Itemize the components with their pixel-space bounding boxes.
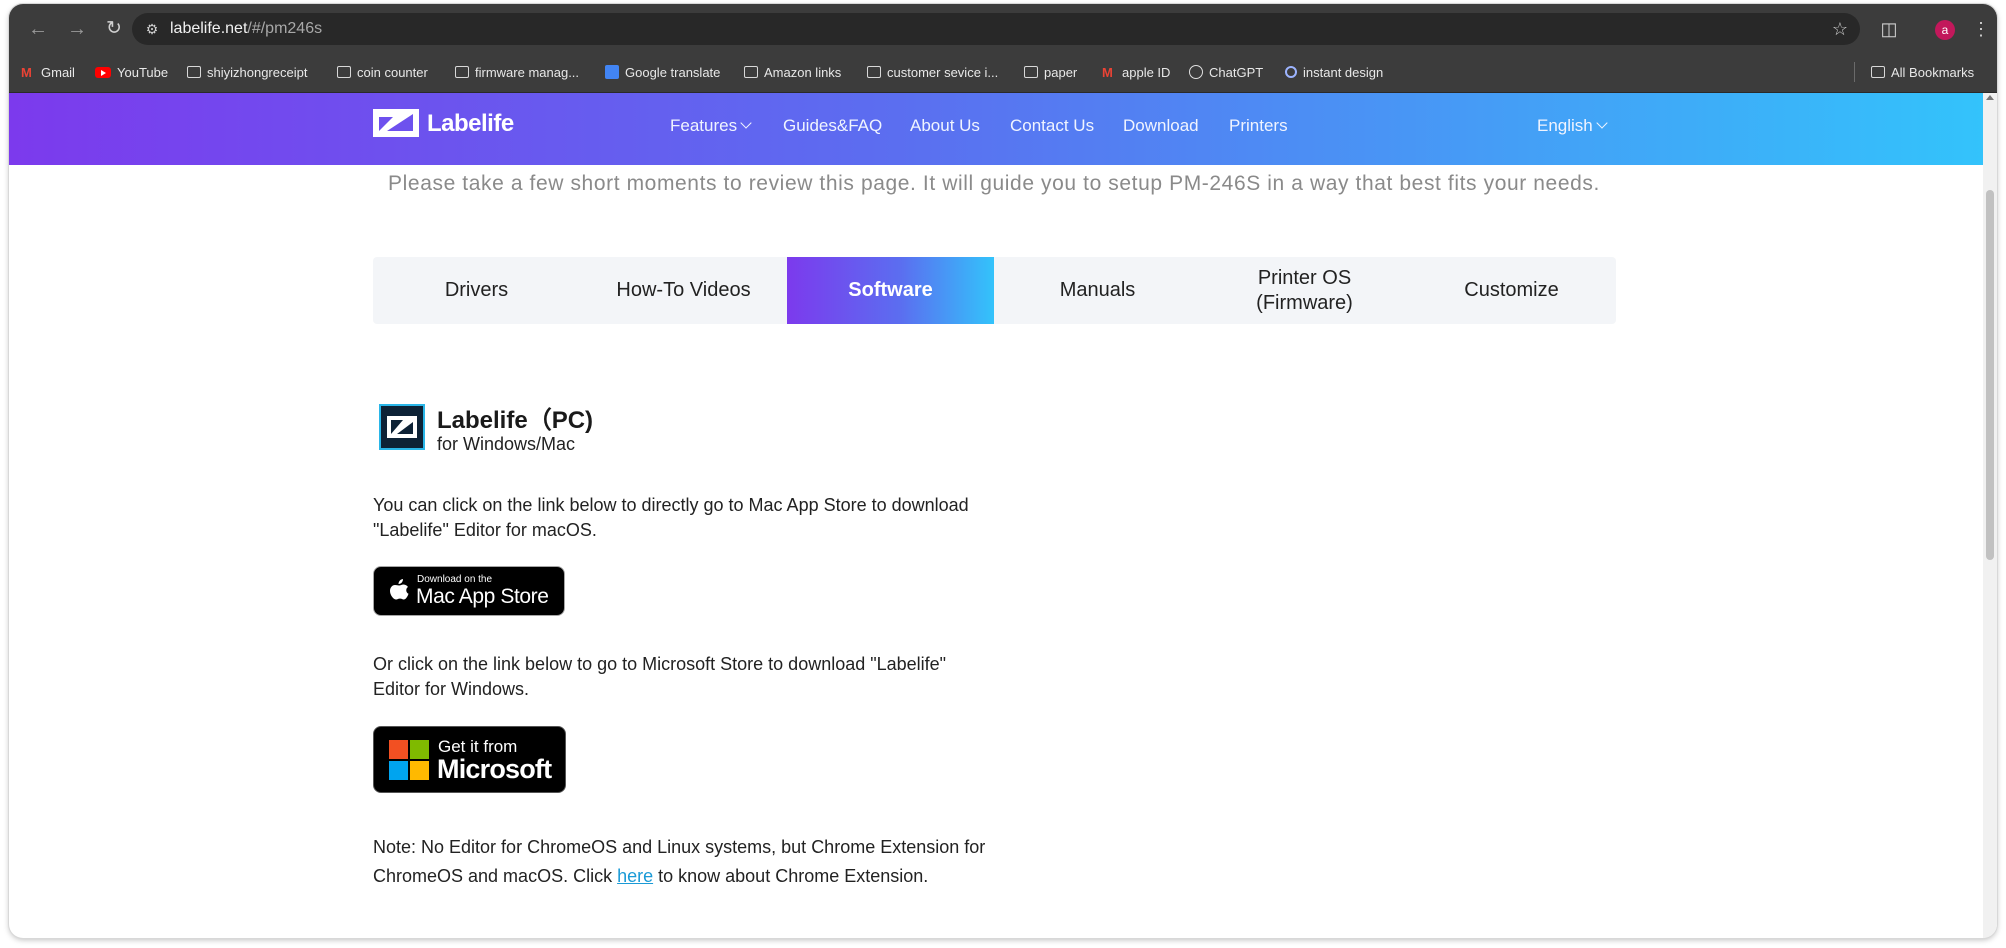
url-host: labelife.net	[170, 20, 248, 37]
folder-icon	[187, 66, 201, 78]
tab-customize[interactable]: Customize	[1408, 257, 1615, 324]
bookmark-label: shiyizhongreceipt	[207, 65, 308, 80]
bookmark-label: ChatGPT	[1209, 65, 1264, 80]
folder-icon	[867, 66, 881, 78]
gmail-icon: M	[21, 65, 32, 80]
folder-icon	[744, 66, 758, 78]
microsoft-logo-icon	[389, 740, 429, 780]
bookmark-folder[interactable]: Amazon links	[744, 63, 841, 83]
profile-avatar[interactable]: a	[1935, 20, 1955, 40]
page-scrollbar[interactable]	[1983, 93, 1997, 938]
chevron-down-icon	[740, 117, 752, 129]
tab-drivers[interactable]: Drivers	[373, 257, 580, 324]
address-bar[interactable]: ⚙ labelife.net/#/pm246s ☆	[132, 13, 1860, 45]
bookmark-label: Google translate	[625, 65, 721, 80]
tab-software[interactable]: Software	[787, 257, 994, 324]
bookmark-chatgpt[interactable]: ChatGPT	[1189, 63, 1263, 83]
back-arrow-icon[interactable]: ←	[23, 14, 53, 44]
logo-text: Labelife	[427, 110, 514, 137]
bookmarks-bar: M Gmail YouTube shiyizhongreceipt coin co…	[9, 54, 1997, 93]
google-translate-icon	[605, 65, 619, 79]
labelife-logo-icon	[387, 416, 417, 438]
note-text: to know about Chrome Extension.	[653, 866, 929, 886]
url-text[interactable]: labelife.net/#/pm246s	[170, 20, 322, 38]
tab-printer-os-firmware[interactable]: Printer OS (Firmware)	[1201, 257, 1408, 324]
forward-arrow-icon[interactable]: →	[62, 14, 92, 44]
scroll-up-arrow-icon[interactable]	[1986, 95, 1994, 100]
mac-instructions: You can click on the link below to direc…	[373, 495, 969, 540]
all-bookmarks[interactable]: All Bookmarks	[1871, 63, 1974, 83]
bookmark-label: instant design	[1303, 65, 1384, 80]
labelife-app-icon	[379, 404, 425, 450]
folder-icon	[455, 66, 469, 78]
browser-toolbar: ← → ↻ ⚙ labelife.net/#/pm246s ☆ ◫ a ⋮	[9, 4, 1997, 54]
bookmark-label: firmware manag...	[475, 65, 580, 80]
ms-badge-big-text: Microsoft	[437, 754, 552, 784]
nav-about[interactable]: About Us	[910, 116, 980, 136]
bookmark-label: coin counter	[357, 65, 428, 80]
language-selector[interactable]: English	[1537, 116, 1608, 136]
bookmark-youtube[interactable]: YouTube	[95, 63, 168, 83]
bookmark-folder[interactable]: firmware manag...	[455, 63, 579, 83]
nav-guides[interactable]: Guides&FAQ	[783, 116, 882, 136]
mac-badge-small-text: Download on the	[417, 574, 493, 585]
nav-contact[interactable]: Contact Us	[1010, 116, 1094, 136]
microsoft-store-button[interactable]: Get it from Microsoft	[373, 726, 566, 793]
chrome-extension-note: Note: No Editor for ChromeOS and Linux s…	[373, 833, 993, 891]
bookmark-folder[interactable]: paper	[1024, 63, 1077, 83]
bookmark-label: paper	[1044, 65, 1078, 80]
app-subtitle: for Windows/Mac	[437, 434, 576, 454]
mac-badge-big-text: Mac App Store	[416, 585, 549, 608]
labelife-logo-icon	[373, 109, 419, 137]
tab-how-to-videos[interactable]: How-To Videos	[580, 257, 787, 324]
chrome-extension-link[interactable]: here	[617, 866, 653, 886]
url-path: /#/pm246s	[247, 20, 323, 37]
tab-label: (Firmware)	[1256, 291, 1353, 314]
bookmark-apple-id[interactable]: Mapple ID	[1102, 63, 1170, 83]
bookmark-label: YouTube	[117, 65, 169, 80]
chatgpt-icon	[1189, 65, 1203, 79]
scroll-thumb[interactable]	[1986, 190, 1994, 560]
mac-app-store-button[interactable]: Download on the Mac App Store	[373, 566, 565, 616]
nav-download[interactable]: Download	[1123, 116, 1199, 136]
bookmark-star-icon[interactable]: ☆	[1832, 18, 1848, 40]
folder-icon	[1871, 66, 1885, 78]
tab-label: Printer OS	[1257, 266, 1352, 289]
nav-features[interactable]: Features	[670, 116, 752, 136]
reload-icon[interactable]: ↻	[99, 14, 129, 44]
youtube-icon	[95, 67, 111, 78]
bookmark-label: All Bookmarks	[1891, 65, 1975, 80]
gmail-icon: M	[1102, 65, 1113, 80]
apple-icon	[390, 579, 409, 600]
language-label: English	[1537, 116, 1593, 135]
nav-label: Features	[670, 116, 738, 135]
chevron-down-icon	[1596, 117, 1608, 129]
site-info-icon[interactable]: ⚙	[142, 19, 162, 39]
bookmark-label: Amazon links	[764, 65, 842, 80]
tab-manuals[interactable]: Manuals	[994, 257, 1201, 324]
bookmark-gmail[interactable]: M Gmail	[21, 63, 75, 83]
bookmark-label: apple ID	[1122, 65, 1171, 80]
download-tabs: Drivers How-To Videos Software Manuals P…	[373, 257, 1616, 324]
app-title: Labelife（PC)	[437, 407, 594, 434]
browser-window: ← → ↻ ⚙ labelife.net/#/pm246s ☆ ◫ a ⋮ MG…	[9, 4, 1997, 938]
folder-icon	[1024, 66, 1038, 78]
nav-printers[interactable]: Printers	[1229, 116, 1288, 136]
bookmark-folder[interactable]: coin counter	[337, 63, 428, 83]
bookmark-folder[interactable]: shiyizhongreceipt	[187, 63, 307, 83]
extensions-icon[interactable]: ◫	[1874, 14, 1904, 44]
bookmarks-separator	[1854, 62, 1855, 82]
menu-kebab-icon[interactable]: ⋮	[1966, 14, 1996, 44]
instant-design-icon	[1285, 66, 1297, 78]
site-header: Labelife Features Guides&FAQ About Us Co…	[9, 93, 1983, 165]
folder-icon	[337, 66, 351, 78]
bookmark-folder[interactable]: customer sevice i...	[867, 63, 998, 83]
bookmark-instant-design[interactable]: instant design	[1285, 63, 1383, 83]
windows-instructions: Or click on the link below to go to Micr…	[373, 654, 947, 699]
bookmark-google-translate[interactable]: Google translate	[605, 63, 720, 83]
intro-text: Please take a few short moments to revie…	[388, 172, 1600, 195]
bookmark-label: Gmail	[41, 65, 75, 80]
bookmark-label: customer sevice i...	[887, 65, 999, 80]
